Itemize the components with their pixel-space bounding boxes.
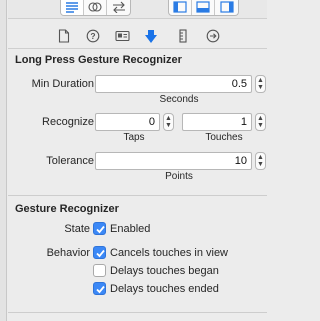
taps-stepper[interactable]: ▲ ▼ — [163, 113, 174, 131]
touches-value: 1 — [240, 116, 247, 128]
long-press-section-title: Long Press Gesture Recognizer — [15, 54, 182, 66]
min-duration-value: 0.5 — [231, 78, 247, 90]
overlap-icon[interactable] — [84, 0, 107, 15]
min-duration-label: Min Duration — [31, 78, 94, 90]
panel-right-icon[interactable] — [215, 0, 238, 15]
recognize-label: Recognize — [42, 116, 94, 128]
bottom-divider — [8, 312, 267, 313]
tolerance-label: Tolerance — [46, 155, 94, 167]
touches-stepper[interactable]: ▲ ▼ — [255, 113, 266, 131]
min-duration-field[interactable]: 0.5 — [95, 75, 252, 93]
state-label: State — [64, 223, 90, 235]
taps-value: 0 — [148, 116, 155, 128]
touches-label: Touches — [205, 132, 243, 143]
min-duration-stepper[interactable]: ▲ ▼ — [255, 75, 266, 93]
delays-began-checkbox[interactable] — [93, 264, 106, 277]
min-duration-unit: Seconds — [159, 94, 199, 105]
file-icon[interactable] — [56, 28, 72, 44]
swap-arrows-icon[interactable] — [107, 0, 130, 15]
cancels-touches-checkbox[interactable] — [93, 246, 106, 259]
taps-label: Taps — [123, 132, 145, 143]
cancels-touches-label: Cancels touches in view — [110, 247, 229, 259]
enabled-label: Enabled — [110, 223, 151, 235]
tolerance-stepper[interactable]: ▲ ▼ — [255, 152, 266, 170]
delays-ended-checkbox[interactable] — [93, 282, 106, 295]
editor-toolbar — [8, 0, 267, 19]
svg-text:?: ? — [90, 31, 95, 41]
panel-toggle-segmented-control — [168, 0, 239, 16]
delays-ended-label: Delays touches ended — [110, 283, 219, 295]
taps-field[interactable]: 0 — [95, 113, 160, 131]
delays-began-label: Delays touches began — [110, 265, 219, 277]
inspector-tab-bar: ? — [8, 20, 267, 49]
left-edge-strip — [0, 0, 7, 321]
identity-icon[interactable] — [114, 28, 130, 44]
gesture-section-title: Gesture Recognizer — [15, 203, 119, 215]
behavior-label: Behavior — [46, 247, 90, 259]
connections-icon[interactable] — [205, 28, 221, 44]
tolerance-unit: Points — [165, 171, 193, 182]
section-divider — [8, 195, 267, 196]
panel-bottom-icon[interactable] — [192, 0, 215, 15]
size-icon[interactable] — [175, 28, 191, 44]
tolerance-value: 10 — [234, 155, 247, 167]
editor-mode-segmented-control — [60, 0, 131, 16]
attributes-icon[interactable] — [143, 28, 159, 44]
panel-left-icon[interactable] — [169, 0, 192, 15]
tolerance-field[interactable]: 10 — [95, 152, 252, 170]
touches-field[interactable]: 1 — [182, 113, 252, 131]
inspector-panel: ? Long Press Gesture Recognizer Min Dura… — [8, 0, 267, 321]
help-icon[interactable]: ? — [85, 28, 101, 44]
left-align-icon[interactable] — [61, 0, 84, 15]
enabled-checkbox[interactable] — [93, 222, 106, 235]
